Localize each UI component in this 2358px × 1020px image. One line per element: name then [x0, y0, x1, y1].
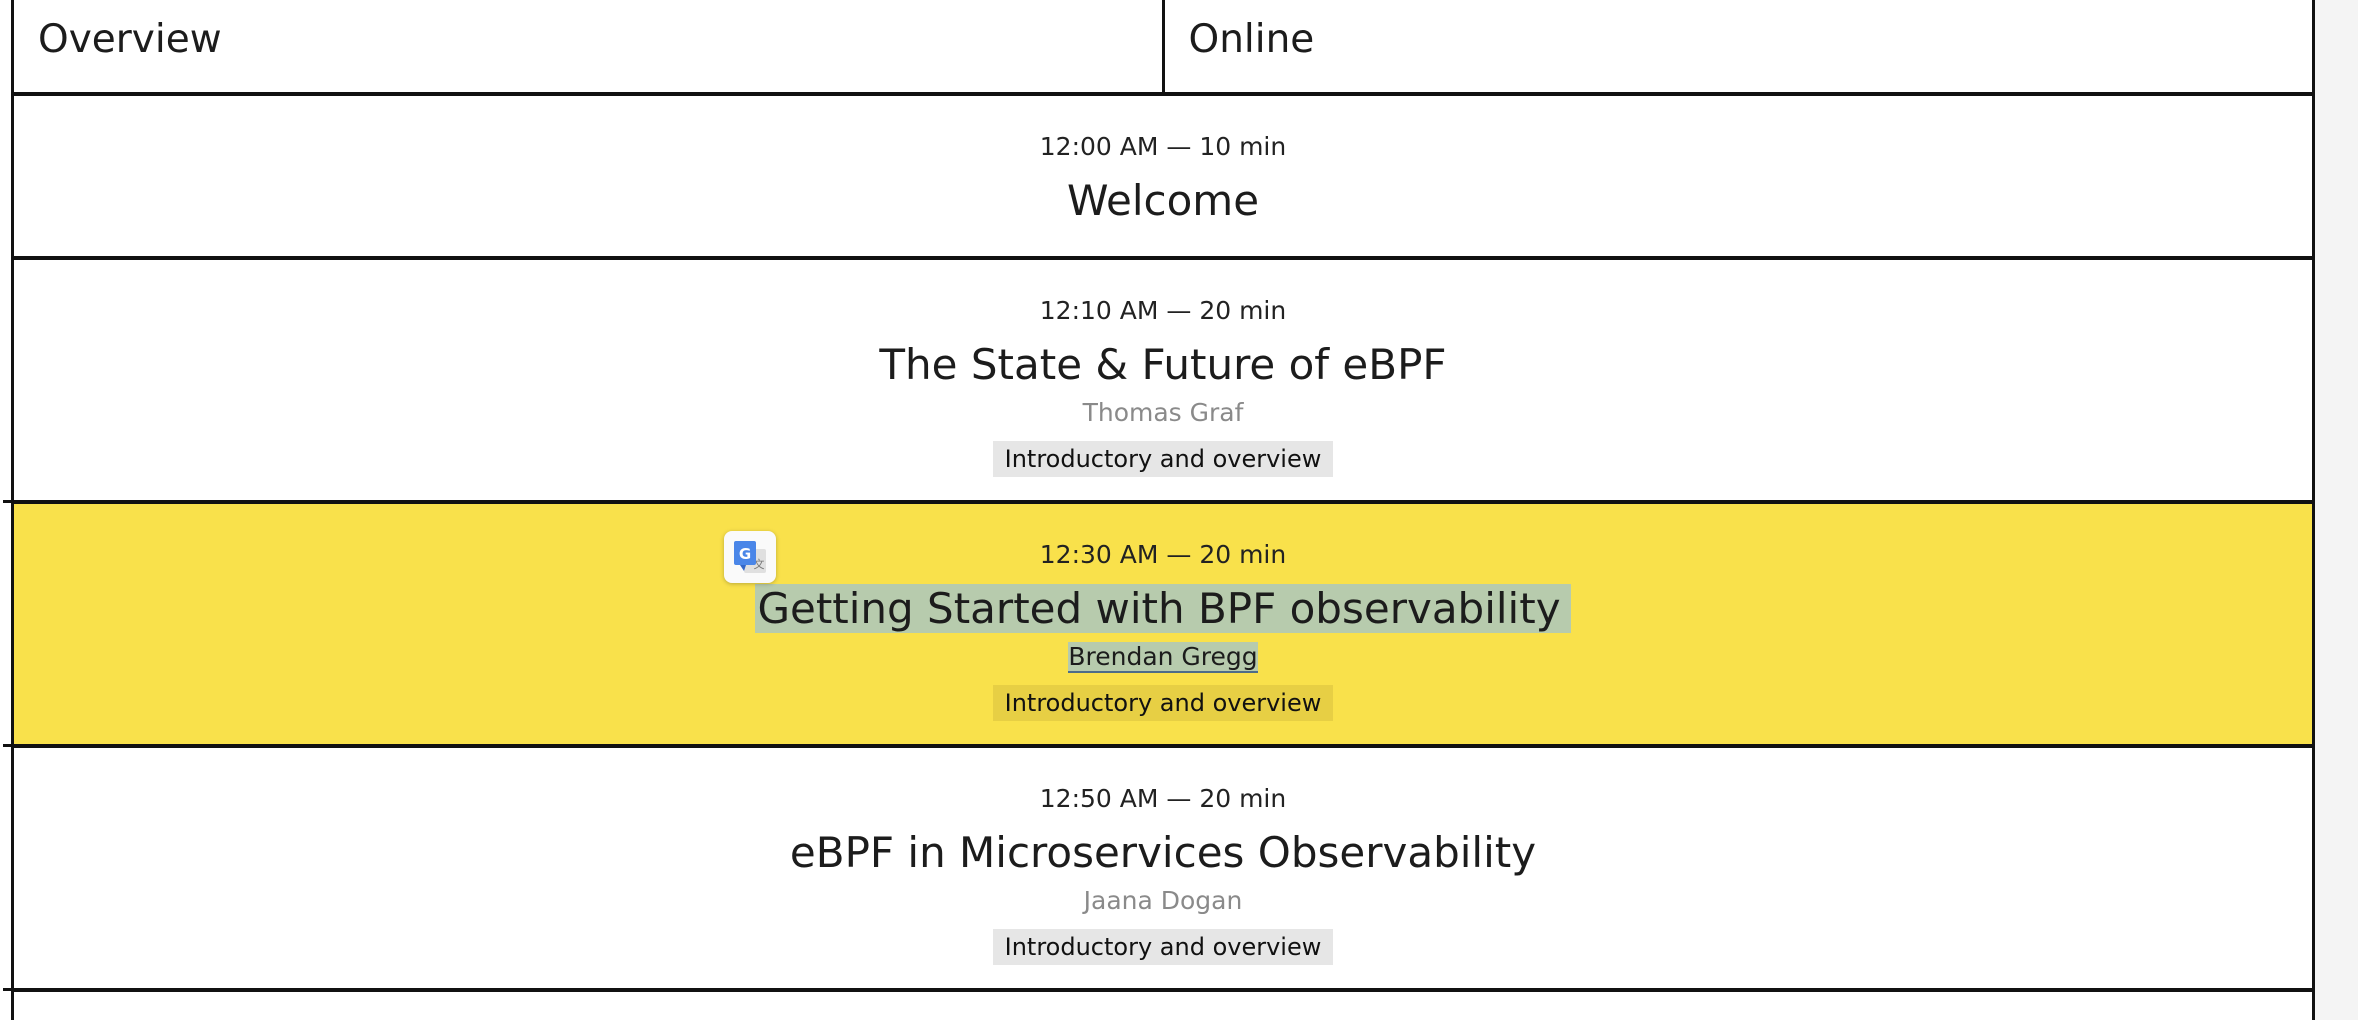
google-translate-icon: 文 G: [734, 541, 766, 573]
row-divider-tick: [3, 744, 14, 747]
track-tabs: Overview Online: [11, 0, 2315, 96]
session-card-welcome[interactable]: 12:00 AM — 10 min Welcome: [11, 96, 2315, 260]
session-card-ebpf-microservices[interactable]: 12:50 AM — 20 min eBPF in Microservices …: [3, 748, 2315, 992]
session-card-state-future-ebpf[interactable]: 12:10 AM — 20 min The State & Future of …: [3, 260, 2315, 504]
row-divider-tick: [3, 500, 14, 503]
session-card-next[interactable]: [11, 992, 2315, 1020]
scrollbar-track[interactable]: [2315, 0, 2358, 1020]
session-tag[interactable]: Introductory and overview: [992, 685, 1334, 721]
session-tag-row: Introductory and overview: [14, 685, 2312, 721]
session-tag[interactable]: Introductory and overview: [992, 929, 1334, 965]
translate-popup-button[interactable]: 文 G: [724, 531, 776, 583]
session-title: The State & Future of eBPF: [879, 340, 1447, 389]
selected-title-text[interactable]: Getting Started with BPF observability: [755, 584, 1571, 633]
session-tag[interactable]: Introductory and overview: [992, 441, 1334, 477]
session-time: 12:10 AM — 20 min: [1039, 296, 1287, 325]
session-card-getting-started-bpf[interactable]: 12:30 AM — 20 min Getting Started with B…: [3, 504, 2315, 748]
session-speaker: Brendan Gregg: [14, 642, 2312, 673]
session-tag-row: Introductory and overview: [14, 441, 2312, 477]
tab-overview[interactable]: Overview: [14, 0, 1162, 92]
svg-text:G: G: [739, 545, 751, 563]
session-title: Welcome: [1066, 176, 1260, 225]
session-speaker[interactable]: Jaana Dogan: [14, 886, 2312, 915]
session-title: Getting Started with BPF observability: [14, 584, 2312, 633]
schedule-page: Overview Online 12:00 AM — 10 min Welcom…: [0, 0, 2358, 1020]
speaker-link[interactable]: Brendan Gregg: [1068, 642, 1258, 673]
tab-online[interactable]: Online: [1161, 0, 2313, 92]
row-divider-tick: [3, 988, 14, 991]
session-title: eBPF in Microservices Observability: [789, 828, 1537, 877]
session-time: 12:00 AM — 10 min: [1039, 132, 1287, 161]
session-time: 12:30 AM — 20 min: [1039, 540, 1287, 569]
session-tag-row: Introductory and overview: [14, 929, 2312, 965]
session-speaker[interactable]: Thomas Graf: [14, 398, 2312, 427]
session-time: 12:50 AM — 20 min: [1039, 784, 1287, 813]
